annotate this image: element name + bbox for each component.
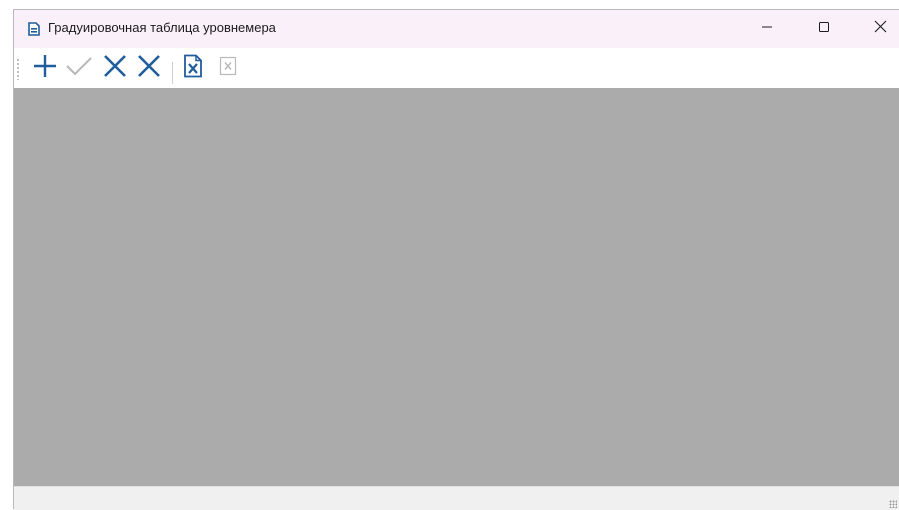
close-icon	[874, 20, 887, 38]
add-button[interactable]	[30, 54, 60, 82]
apply-button[interactable]	[64, 54, 94, 82]
cross-icon	[137, 54, 161, 83]
status-bar	[14, 486, 899, 510]
toolbar	[14, 48, 899, 88]
minimize-icon	[761, 20, 773, 38]
toolbar-separator	[172, 62, 173, 84]
check-icon	[65, 55, 93, 82]
window-title: Градуировочная таблица уровнемера	[48, 20, 276, 35]
maximize-button[interactable]	[801, 10, 847, 48]
export-excel-button[interactable]	[216, 54, 240, 82]
minimize-button[interactable]	[744, 10, 790, 48]
delete-all-button[interactable]	[134, 54, 164, 82]
document-icon	[28, 22, 40, 36]
cross-icon	[103, 54, 127, 83]
delete-button[interactable]	[100, 54, 130, 82]
toolbar-grip[interactable]	[17, 58, 19, 80]
plus-icon	[32, 53, 58, 84]
import-excel-button[interactable]	[180, 54, 206, 82]
table-area[interactable]	[14, 88, 899, 486]
excel-file-icon	[183, 54, 203, 83]
resize-grip[interactable]	[889, 500, 897, 508]
close-button[interactable]	[857, 10, 899, 48]
maximize-icon	[818, 20, 830, 38]
title-bar[interactable]: Градуировочная таблица уровнемера	[14, 10, 899, 48]
excel-file-icon	[219, 56, 237, 81]
app-window: Градуировочная таблица уровнемера	[13, 9, 899, 510]
